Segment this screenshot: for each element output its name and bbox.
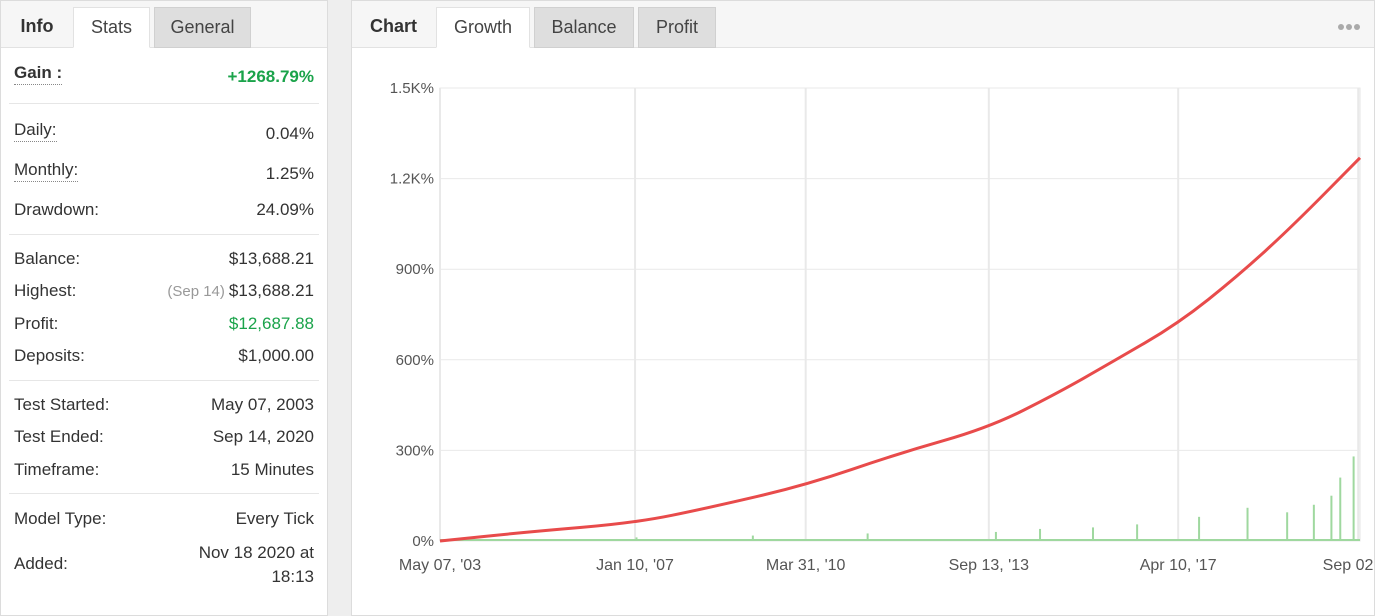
timeframe-label: Timeframe:: [14, 460, 100, 479]
model-type-row: Model Type: Every Tick: [14, 509, 314, 539]
y-tick-label: 1.5K%: [390, 80, 434, 97]
balance-label: Balance:: [14, 249, 81, 268]
tab-stats[interactable]: Stats: [73, 7, 150, 48]
y-axis: 0% 300% 600% 900% 1.2K% 1.5K%: [390, 80, 434, 550]
volume-bar: [1246, 507, 1249, 541]
drawdown-label: Drawdown:: [14, 200, 100, 219]
added-row: Added: Nov 18 2020 at 18:13: [14, 541, 314, 593]
model-type-label: Model Type:: [14, 509, 107, 528]
monthly-value: 1.25%: [265, 164, 314, 183]
highest-value-group: (Sep 14) $13,688.21: [167, 281, 314, 301]
added-label: Added:: [14, 554, 68, 573]
test-ended-value: Sep 14, 2020: [212, 427, 314, 446]
y-tick-label: 0%: [412, 533, 434, 550]
highest-row: Highest: (Sep 14) $13,688.21: [14, 281, 314, 311]
tab-info[interactable]: Info: [1, 7, 73, 48]
tab-profit[interactable]: Profit: [638, 7, 716, 48]
balance-row: Balance: $13,688.21: [14, 249, 314, 279]
monthly-row: Monthly: 1.25%: [14, 160, 314, 190]
divider: [9, 493, 319, 494]
monthly-label[interactable]: Monthly:: [14, 160, 79, 182]
drawdown-value: 24.09%: [256, 200, 314, 219]
x-tick-label: Jan 10, '07: [596, 557, 674, 574]
x-tick-label: Sep 02,…: [1323, 557, 1374, 574]
x-axis: May 07, '03 Jan 10, '07 Mar 31, '10 Sep 13,…: [399, 557, 1374, 574]
added-value: Nov 18 2020 at 18:13: [199, 541, 314, 589]
x-tick-label: Mar 31, '10: [766, 557, 846, 574]
chart-tabbar: Chart Growth Balance Profit: [352, 1, 1374, 48]
drawdown-row: Drawdown: 24.09%: [14, 200, 314, 230]
y-tick-label: 600%: [396, 352, 434, 369]
stats-panel: Info Stats General Gain : +1268.79% Dail…: [0, 0, 328, 616]
model-type-value: Every Tick: [235, 509, 314, 528]
chart-panel: Chart Growth Balance Profit 0% 300% 600% 90…: [351, 0, 1375, 616]
plot-area: [439, 87, 1361, 542]
stats-tabbar: Info Stats General: [1, 1, 327, 48]
test-started-value: May 07, 2003: [210, 395, 314, 414]
deposits-row: Deposits: $1,000.00: [14, 346, 314, 376]
divider: [9, 234, 319, 235]
added-date: Nov 18 2020 at: [198, 543, 314, 562]
test-started-label: Test Started:: [14, 395, 110, 414]
test-ended-row: Test Ended: Sep 14, 2020: [14, 427, 314, 457]
tab-general[interactable]: General: [154, 7, 251, 48]
highest-label: Highest:: [14, 281, 77, 300]
divider: [9, 380, 319, 381]
daily-value: 0.04%: [265, 124, 314, 143]
profit-label: Profit:: [14, 314, 59, 333]
daily-row: Daily: 0.04%: [14, 120, 314, 150]
growth-chart: 0% 300% 600% 900% 1.2K% 1.5K% May 07, '03 Jan …: [390, 80, 1374, 574]
highest-value: $13,688.21: [228, 281, 314, 300]
volume-bar: [1136, 524, 1139, 541]
volume-bar: [1198, 516, 1201, 541]
more-horizontal-icon[interactable]: [1336, 17, 1360, 35]
highest-date: (Sep 14): [167, 283, 225, 300]
timeframe-row: Timeframe: 15 Minutes: [14, 460, 314, 490]
gain-value: +1268.79%: [227, 67, 315, 86]
divider: [9, 103, 319, 104]
deposits-label: Deposits:: [14, 346, 85, 365]
y-tick-label: 300%: [396, 442, 434, 459]
test-ended-label: Test Ended:: [14, 427, 104, 446]
volume-bar: [1312, 504, 1315, 541]
x-tick-label: May 07, '03: [399, 557, 481, 574]
test-started-row: Test Started: May 07, 2003: [14, 395, 314, 425]
added-time: 18:13: [271, 567, 314, 586]
gain-row: Gain : +1268.79%: [14, 63, 314, 93]
volume-bar: [1330, 495, 1333, 541]
chart-grid: [439, 87, 1361, 542]
tab-growth[interactable]: Growth: [436, 7, 530, 48]
profit-row: Profit: $12,687.88: [14, 314, 314, 344]
volume-bar: [1091, 527, 1094, 541]
volume-bar: [1339, 477, 1342, 541]
volume-bar: [1286, 512, 1289, 541]
x-tick-label: Apr 10, '17: [1140, 557, 1217, 574]
gain-label[interactable]: Gain :: [14, 63, 63, 85]
deposits-value: $1,000.00: [238, 346, 314, 365]
daily-label[interactable]: Daily:: [14, 120, 57, 142]
balance-value: $13,688.21: [228, 249, 314, 268]
volume-bar: [1352, 456, 1355, 541]
y-tick-label: 900%: [396, 261, 434, 278]
tab-balance[interactable]: Balance: [534, 7, 634, 48]
timeframe-value: 15 Minutes: [230, 460, 314, 479]
tab-chart[interactable]: Chart: [352, 7, 435, 48]
x-tick-label: Sep 13, '13: [949, 557, 1030, 574]
y-tick-label: 1.2K%: [390, 171, 434, 188]
profit-value: $12,687.88: [228, 314, 314, 333]
